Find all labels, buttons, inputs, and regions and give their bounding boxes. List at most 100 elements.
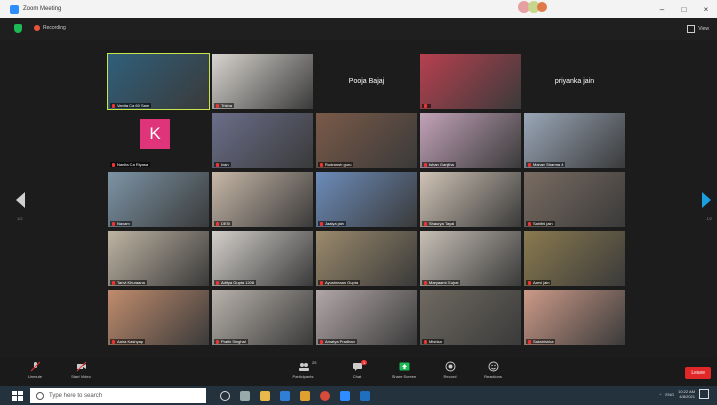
maximize-button[interactable]: □ <box>673 5 695 14</box>
participant-name: Shaurya Tayal <box>429 221 455 226</box>
participant-center-name: Pooja Bajaj <box>348 78 385 85</box>
participant-tile[interactable]: Tanvi Khuraana <box>108 231 209 286</box>
mic-muted-icon <box>320 221 323 226</box>
participant-name-label: Mishka <box>422 339 444 344</box>
participant-tile[interactable]: Mishka <box>420 290 521 345</box>
page-indicator-right: 1/2 <box>706 216 712 221</box>
previous-page-arrow-icon[interactable] <box>16 192 25 208</box>
participants-icon <box>298 363 309 371</box>
unmute-label: Unmute <box>27 374 42 379</box>
participant-tile[interactable]: Sakshishka <box>524 290 625 345</box>
participant-tile[interactable]: Vanita Ca 60 Sam <box>107 53 210 110</box>
participant-tile[interactable]: DESI <box>212 172 313 227</box>
participant-tile[interactable]: priyanka jain <box>524 54 625 109</box>
language-indicator[interactable]: ENG <box>665 392 674 397</box>
participant-tile[interactable]: K Nanita Ca Riyasa <box>108 113 209 168</box>
window-title: Zoom Meeting <box>23 6 62 12</box>
cortana-icon[interactable] <box>220 390 230 401</box>
next-page-arrow-icon[interactable] <box>702 192 711 208</box>
notifications-icon[interactable] <box>699 389 709 399</box>
participant-tile[interactable]: Pratik Singhal <box>212 290 313 345</box>
chrome-icon[interactable] <box>320 390 330 401</box>
participant-name: Sakshishka <box>533 339 554 344</box>
participant-tile[interactable]: Shaurya Tayal <box>420 172 521 227</box>
mic-muted-icon <box>424 280 427 285</box>
participant-tile[interactable]: Maryaami Gujral <box>420 231 521 286</box>
participant-tile[interactable]: Rudransh guru <box>316 113 417 168</box>
participant-tile[interactable]: Jaaiya jain <box>316 172 417 227</box>
participant-name-label: DESI <box>214 221 233 226</box>
windows-taskbar: Type here to search ^ ENG 10:22 AM 4/8/2… <box>0 386 717 405</box>
participant-name-label: Aaira Kashyap <box>110 339 146 344</box>
participant-tile[interactable]: Ivan <box>212 113 313 168</box>
participant-video <box>316 290 417 345</box>
windows-start-icon[interactable] <box>12 390 23 401</box>
start-video-button[interactable]: Start Video <box>62 361 100 379</box>
mic-muted-icon <box>216 280 219 285</box>
mic-muted-icon <box>112 103 115 108</box>
mic-muted-icon <box>112 162 115 167</box>
participant-video <box>108 172 209 227</box>
view-button[interactable]: View <box>687 25 709 33</box>
participant-tile[interactable]: Pooja Bajaj <box>316 54 417 109</box>
clock[interactable]: 10:22 AM 4/8/2021 <box>678 389 695 399</box>
microphone-muted-icon <box>30 361 40 372</box>
shield-icon[interactable] <box>14 24 22 33</box>
word-icon[interactable] <box>360 390 370 401</box>
view-label: View <box>698 26 709 32</box>
mic-muted-icon <box>424 104 427 108</box>
close-button[interactable]: × <box>695 5 717 14</box>
participant-name: DESI <box>221 221 231 226</box>
mic-muted-icon <box>528 339 531 344</box>
participant-video <box>316 113 417 168</box>
participant-tile[interactable]: Aaira Kashyap <box>108 290 209 345</box>
mic-muted-icon <box>320 162 323 167</box>
mic-muted-icon <box>528 162 531 167</box>
participant-tile[interactable]: Sahithi jain <box>524 172 625 227</box>
meeting-status-bar: Recording View <box>0 18 717 40</box>
zoom-taskbar-icon[interactable] <box>340 390 350 401</box>
participant-name-label: Sakshishka <box>526 339 556 344</box>
store-icon[interactable] <box>300 390 310 401</box>
participant-name: Ivan <box>221 162 229 167</box>
participants-button[interactable]: Participants 25 <box>284 360 322 379</box>
participant-name: Rudransh guru <box>325 162 352 167</box>
participant-video <box>420 113 521 168</box>
mic-muted-icon <box>112 339 115 344</box>
mic-muted-icon <box>216 162 219 167</box>
mic-muted-icon <box>424 162 427 167</box>
leave-meeting-button[interactable]: Leave <box>685 367 711 379</box>
participant-name: Vanita Ca 60 Sam <box>117 103 150 108</box>
participant-tile[interactable]: Amatya Pradhan <box>316 290 417 345</box>
participant-tile[interactable]: Trisha <box>212 54 313 109</box>
share-screen-button[interactable]: Share Screen <box>385 361 423 379</box>
participant-name: Manav Sharma 4 <box>533 162 564 167</box>
smiley-icon <box>488 361 498 372</box>
minimize-button[interactable]: – <box>651 5 673 14</box>
participant-tile[interactable]: Aarvi jain <box>524 231 625 286</box>
participant-name-label: Trisha <box>214 103 234 108</box>
logo-icon <box>518 1 547 13</box>
mic-muted-icon <box>424 339 427 344</box>
chat-button[interactable]: Chat 1 <box>338 360 376 379</box>
recording-indicator[interactable]: Recording <box>34 25 66 31</box>
file-explorer-icon[interactable] <box>260 390 270 401</box>
reactions-button[interactable]: Reactions <box>474 361 512 379</box>
edge-icon[interactable] <box>280 390 290 401</box>
participant-tile[interactable]: Manav Sharma 4 <box>524 113 625 168</box>
tray-chevron-icon[interactable]: ^ <box>660 392 662 397</box>
taskbar-search-box[interactable]: Type here to search <box>30 388 206 403</box>
record-button[interactable]: Record <box>431 361 469 379</box>
unmute-button[interactable]: Unmute <box>16 361 54 379</box>
participant-tile[interactable]: Navam <box>108 172 209 227</box>
participant-name-label: Ivan <box>214 162 231 167</box>
participant-video <box>524 231 625 286</box>
participant-tile[interactable]: Ishan Ganjtha <box>420 113 521 168</box>
search-placeholder: Type here to search <box>49 392 103 399</box>
task-view-icon[interactable] <box>240 390 250 401</box>
participant-tile[interactable] <box>420 54 521 109</box>
participant-tile[interactable]: Aditya Gupta 1208 <box>212 231 313 286</box>
participant-video <box>212 54 313 109</box>
participant-tile[interactable]: Ayushmaan Gupta <box>316 231 417 286</box>
participant-name: Trisha <box>221 103 232 108</box>
